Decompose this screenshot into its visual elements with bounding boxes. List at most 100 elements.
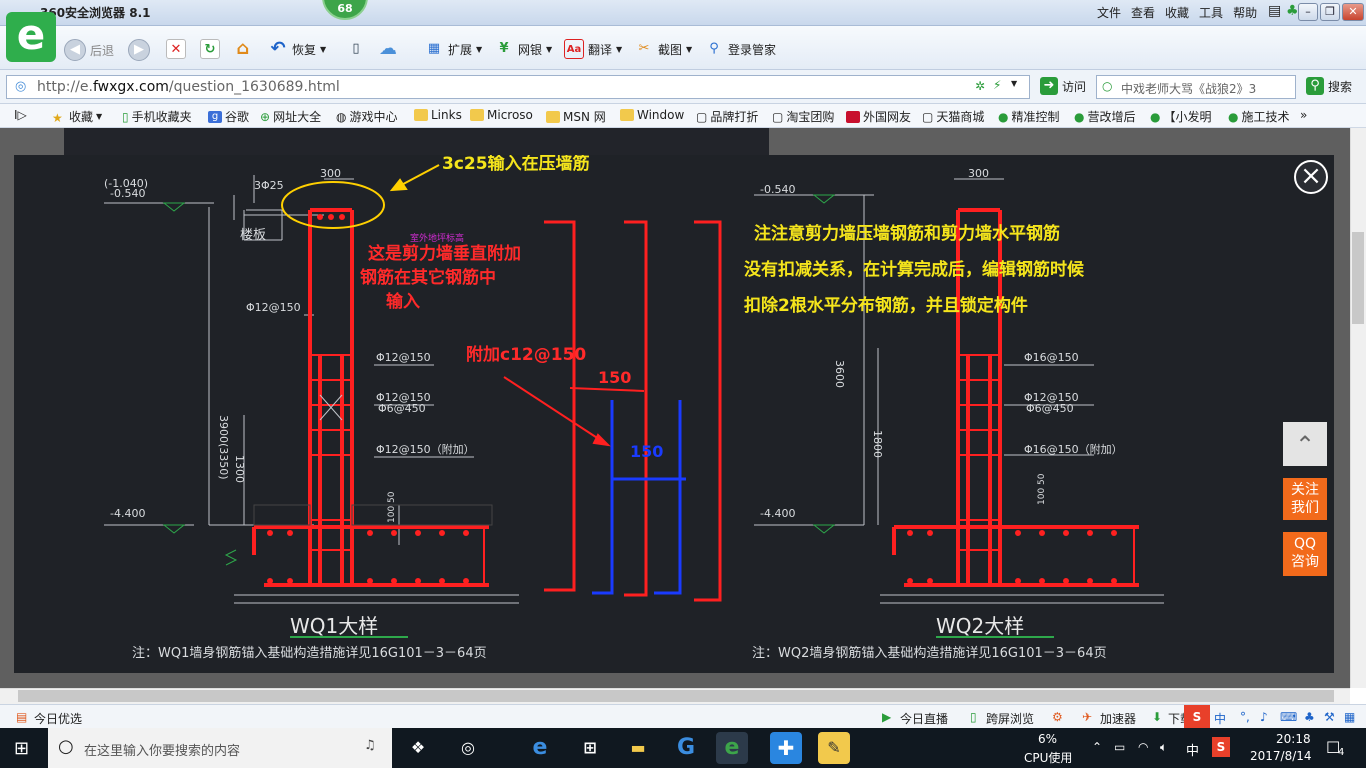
fav-taobao-group[interactable]: ▢ 淘宝团购 — [772, 108, 834, 125]
close-window-button[interactable]: ✕ — [1342, 3, 1364, 21]
close-viewer-button[interactable]: × — [1294, 160, 1328, 194]
mic-icon[interactable]: ♪ — [1260, 710, 1268, 724]
refresh-button[interactable]: ↻ — [200, 39, 220, 59]
fav-foreign-netizens[interactable]: 外国网友 — [846, 108, 911, 125]
task-view-icon[interactable]: ❖ — [402, 732, 434, 764]
fav-windows[interactable]: Window — [620, 108, 684, 122]
fav-tmall[interactable]: ▢ 天猫商城 — [922, 108, 984, 125]
cloud-button[interactable]: ☁ — [378, 39, 398, 59]
sidebar-toggle-icon[interactable]: I▷ — [14, 108, 27, 122]
search-button[interactable]: ⚲ 搜索 — [1306, 77, 1352, 95]
fav-invention[interactable]: ● 【小发明 — [1150, 108, 1212, 125]
forward-button[interactable]: ▶ — [128, 39, 150, 61]
edge-icon[interactable]: e — [524, 732, 556, 764]
fav-precise-control[interactable]: ● 精准控制 — [998, 108, 1060, 125]
menu-file[interactable]: 文件 — [1097, 4, 1121, 21]
vertical-scroll-thumb[interactable] — [1352, 232, 1364, 324]
login-manager-button[interactable]: ⚲ 登录管家 — [704, 39, 776, 59]
cross-screen-link[interactable]: 跨屏浏览 — [986, 710, 1034, 727]
menu-help[interactable]: 帮助 — [1233, 4, 1257, 21]
wifi-icon[interactable]: ◠ — [1138, 740, 1148, 754]
taskbar-ime[interactable]: 中 — [1186, 740, 1199, 759]
search-input[interactable]: ○ 中戏老师大骂《战狼2》3 — [1096, 75, 1296, 99]
screenshot-button[interactable]: ✂ 截图 ▼ — [634, 39, 693, 59]
fav-links[interactable]: Links — [414, 108, 462, 122]
accelerator-link[interactable]: 加速器 — [1100, 710, 1136, 727]
translate-button[interactable]: Aa 翻译 ▼ — [564, 39, 622, 59]
back-icon: ◀ — [64, 39, 86, 61]
fav-mobile[interactable]: ▯ 手机收藏夹 — [122, 108, 192, 125]
vertical-scrollbar[interactable] — [1350, 128, 1366, 688]
minimize-button[interactable]: – — [1298, 3, 1318, 21]
back-button[interactable]: ◀ 后退 — [64, 39, 114, 61]
display-icon[interactable]: ▭ — [1114, 740, 1125, 754]
g-app-icon[interactable]: G — [670, 732, 702, 764]
file-explorer-icon[interactable]: ▬ — [622, 732, 654, 764]
rebar-label: Φ6@450 — [1026, 402, 1074, 415]
speed-icon[interactable]: ✲ — [975, 79, 985, 93]
maximize-button[interactable]: ❐ — [1320, 3, 1340, 21]
rebar-label: Φ12@150 — [376, 351, 431, 364]
taskbar-search-input[interactable]: ○ 在这里输入你要搜索的内容 ♫ — [48, 728, 392, 768]
fav-google[interactable]: g 谷歌 — [208, 108, 249, 125]
menu-tools[interactable]: 工具 — [1199, 4, 1223, 21]
back-to-top-icon[interactable]: ⌃ — [1283, 422, 1327, 466]
windows-start-icon[interactable]: ⊞ — [14, 738, 29, 759]
qq-consult-button[interactable]: QQ 咨询 — [1283, 532, 1327, 576]
store-icon[interactable]: ⊞ — [574, 732, 606, 764]
sogou-tray-icon[interactable]: S — [1212, 737, 1230, 757]
extensions-button[interactable]: ▦ 扩展 ▼ — [424, 39, 482, 59]
daily-picks-link[interactable]: 今日优选 — [34, 710, 82, 727]
notes-icon[interactable]: ✎ — [818, 732, 850, 764]
stop-button[interactable]: ✕ — [166, 39, 186, 59]
fav-msn[interactable]: MSN 网 — [546, 108, 606, 125]
mic-icon[interactable]: ♫ — [364, 738, 376, 753]
more-favorites-icon[interactable]: » — [1300, 108, 1307, 122]
360-browser-taskbar-icon[interactable]: e — [716, 732, 748, 764]
home-button[interactable]: ⌂ — [233, 39, 253, 59]
url-field[interactable]: ◎ http://e.fwxgx.com/question_1630689.ht… — [6, 75, 1030, 99]
url-domain: fwxgx.com — [92, 79, 169, 95]
fav-favorites[interactable]: ★ 收藏 ▼ — [52, 108, 102, 125]
shirt-icon[interactable]: ♣ — [1304, 710, 1315, 724]
app-plus-icon[interactable]: ✚ — [770, 732, 802, 764]
tools-icon[interactable]: ⚒ — [1324, 710, 1335, 724]
windows-taskbar: ⊞ ○ 在这里输入你要搜索的内容 ♫ ❖ ◎ e ⊞ ▬ G e ✚ ✎ 6% … — [0, 728, 1366, 768]
fav-construction-tech[interactable]: ● 施工技术 — [1228, 108, 1290, 125]
browser-logo[interactable]: e — [6, 12, 56, 62]
keyboard-icon[interactable]: ⌨ — [1280, 710, 1297, 724]
volume-icon[interactable]: 🔈︎ — [1160, 740, 1167, 755]
360-guard-icon[interactable]: ◎ — [452, 732, 484, 764]
menu-favorites[interactable]: 收藏 — [1165, 4, 1189, 21]
skin-icon[interactable]: ▤ — [1268, 3, 1281, 19]
visit-button[interactable]: ➜ 访问 — [1040, 77, 1086, 95]
ime-mode[interactable]: 中 — [1214, 710, 1226, 727]
horizontal-scroll-thumb[interactable] — [18, 690, 1334, 702]
restore-button[interactable]: ↶ 恢复 ▼ — [268, 39, 326, 59]
follow-label: 我们 — [1291, 500, 1319, 516]
grid-icon[interactable]: ▦ — [1344, 710, 1355, 724]
chevron-up-icon[interactable]: ⌃ — [1092, 740, 1102, 754]
fav-brand-discount[interactable]: ▢ 品牌打折 — [696, 108, 758, 125]
clock-time[interactable]: 20:18 — [1276, 732, 1311, 746]
fav-microsoft[interactable]: Microso — [470, 108, 533, 122]
page-icon: ▢ — [696, 109, 708, 124]
bank-button[interactable]: ¥ 网银 ▼ — [494, 39, 552, 59]
follow-us-button[interactable]: 关注 我们 — [1283, 478, 1327, 520]
drawing-title: WQ2大样 — [936, 614, 1024, 638]
live-today-link[interactable]: 今日直播 — [900, 710, 948, 727]
lightning-icon[interactable]: ⚡ — [993, 78, 1001, 92]
key-icon: ⚲ — [709, 41, 719, 56]
chevron-down-icon[interactable]: ▼ — [1011, 79, 1017, 88]
chat-icon: ● — [1228, 109, 1239, 124]
fav-games[interactable]: ◍ 游戏中心 — [336, 108, 398, 125]
punctuation-icon[interactable]: °, — [1240, 710, 1250, 724]
shirt-icon[interactable]: ♣ — [1286, 3, 1299, 19]
fav-url-directory[interactable]: ⊕ 网址大全 — [260, 108, 321, 125]
globe-icon: ◎ — [15, 79, 27, 94]
menu-view[interactable]: 查看 — [1131, 4, 1155, 21]
fav-vat-reform[interactable]: ● 营改增后 — [1074, 108, 1136, 125]
phone-button[interactable]: ▯ — [346, 39, 366, 59]
clock-date[interactable]: 2017/8/14 — [1250, 749, 1312, 763]
sogou-ime-icon[interactable]: S — [1184, 705, 1210, 729]
